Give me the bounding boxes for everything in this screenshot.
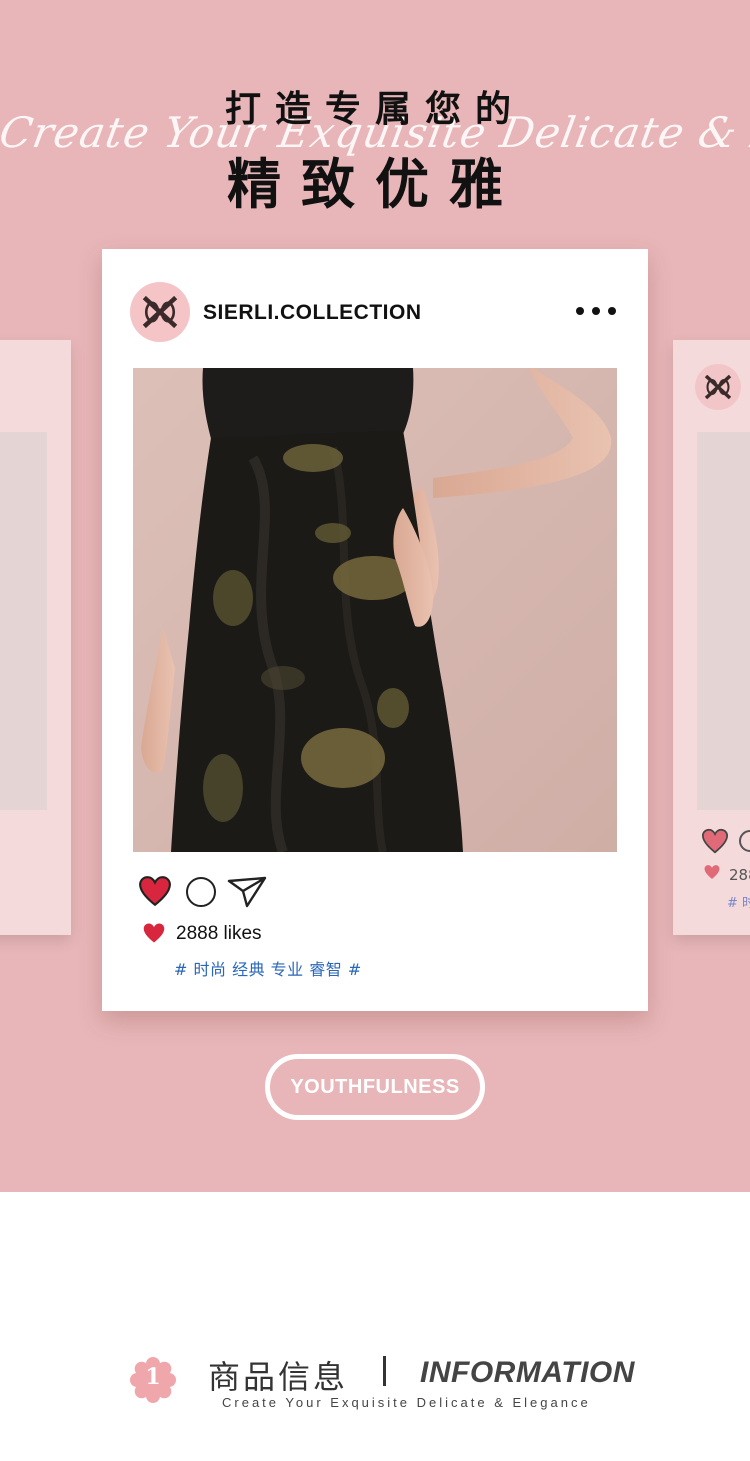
title-top: 打造专属您的	[224, 89, 525, 130]
youthfulness-button[interactable]: YOUTHFULNESS	[265, 1054, 485, 1120]
info-subtitle: Create Your Exquisite Delicate & Eleganc…	[222, 1395, 591, 1410]
brand-logo-icon	[142, 295, 178, 329]
post-card: SIERLI.COLLECTION 2888 likes # 时尚 经典 专业 …	[102, 249, 648, 1011]
brand-name[interactable]: SIERLI.COLLECTION	[203, 301, 422, 325]
like-heart-icon[interactable]	[138, 875, 172, 907]
info-header: 1 商品信息 INFORMATION Create Your Exquisite…	[0, 1350, 750, 1420]
product-photo	[133, 368, 617, 852]
heart-icon[interactable]	[701, 828, 729, 854]
badge-number: 1	[145, 1364, 161, 1390]
like-count-heart-icon	[704, 865, 720, 879]
side-card-right-image	[697, 432, 750, 810]
share-send-icon[interactable]	[227, 875, 267, 909]
side-card-left[interactable]	[0, 340, 71, 935]
hashtags[interactable]: # 时尚 经典 专业 睿智 #	[174, 956, 362, 980]
more-dots-icon[interactable]	[576, 307, 616, 319]
side-card-likes: 288	[729, 866, 750, 884]
info-section-bg	[0, 1192, 750, 1461]
brand-logo-icon	[704, 374, 732, 400]
side-card-right[interactable]: 288 # 时	[673, 340, 750, 935]
info-title-cn: 商品信息	[208, 1358, 349, 1396]
info-divider	[383, 1356, 386, 1386]
skirt-photo-illustration	[133, 368, 617, 852]
likes-heart-icon	[143, 923, 165, 943]
likes-count: 2888 likes	[176, 923, 262, 944]
title-main: 精致优雅	[227, 153, 523, 216]
comment-icon[interactable]	[739, 830, 750, 852]
side-card-tags: # 时	[727, 896, 750, 911]
hero-section: Create Your Exquisite Delicate & Eleganc…	[0, 0, 750, 1192]
side-card-right-avatar	[695, 364, 741, 410]
comment-icon[interactable]	[186, 877, 216, 907]
info-title-en: INFORMATION	[420, 1356, 635, 1389]
brand-avatar[interactable]	[130, 282, 190, 342]
side-card-left-image	[0, 432, 47, 810]
